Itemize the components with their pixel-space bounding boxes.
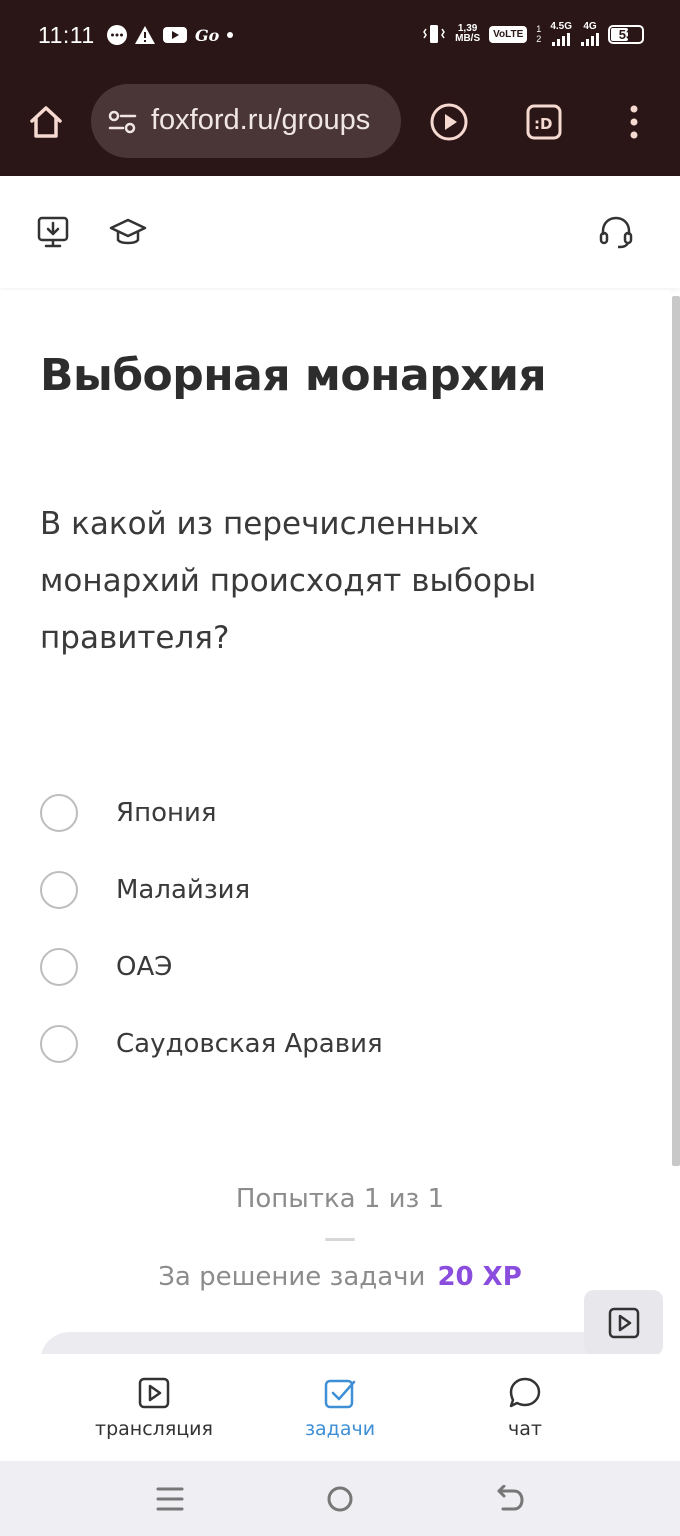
signal-sim2: 4G (581, 22, 599, 46)
monitor-download-icon (37, 216, 69, 248)
system-navigation-bar (0, 1461, 680, 1536)
battery-level: 53 (618, 26, 634, 42)
warning-icon (135, 26, 155, 44)
reward-xp: 20 XP (437, 1262, 522, 1292)
signal-bars-icon (552, 32, 571, 46)
browser-chrome: 11:11 Go 1,39 MB/S VoLTE 12 4.5G 4G 53 fo… (0, 0, 680, 176)
url-text[interactable]: foxford.ru/groups (151, 104, 370, 137)
more-vertical-icon (630, 105, 638, 139)
answer-option-label: ОАЭ (116, 951, 173, 982)
chat-notification-icon (107, 25, 127, 45)
question-text: В какой из перечисленных монархий происх… (40, 506, 537, 656)
svg-text::D: :D (534, 115, 552, 133)
menu-lines-icon (156, 1487, 184, 1511)
home-icon (30, 106, 62, 138)
home-button[interactable] (24, 100, 68, 144)
attempt-counter: Попытка 1 из 1 (235, 1184, 445, 1214)
signal-sim1-label: 4.5G (550, 21, 572, 32)
status-time: 11:11 (38, 22, 95, 48)
extension-button[interactable]: :D (522, 100, 566, 144)
more-notifications-dot-icon (227, 32, 233, 38)
answer-option-label: Япония (116, 797, 217, 828)
answer-option[interactable]: ОАЭ (40, 928, 383, 1005)
nav-item-tasks[interactable]: задачи (255, 1374, 425, 1440)
network-speed-unit: MB/S (455, 33, 481, 44)
answer-option[interactable]: Саудовская Аравия (40, 1005, 383, 1082)
system-home-button[interactable] (320, 1481, 360, 1517)
play-circle-icon (430, 103, 468, 141)
nav-item-broadcast[interactable]: трансляция (69, 1374, 239, 1440)
play-square-icon (138, 1377, 170, 1409)
reward-info: За решение задачи 20 XP (0, 1262, 680, 1292)
signal-bars-icon (581, 32, 599, 46)
checkbox-icon (324, 1379, 356, 1409)
vibrate-icon (423, 25, 446, 43)
play-media-button[interactable] (427, 100, 471, 144)
site-toolbar (0, 176, 680, 288)
status-right: 1,39 MB/S VoLTE 12 4.5G 4G 53 (422, 22, 644, 46)
circle-home-icon (327, 1486, 353, 1512)
download-lesson-button[interactable] (33, 212, 73, 252)
signal-sim1: 4.5G (550, 22, 572, 46)
battery-icon: 53 (608, 24, 644, 44)
status-bar: 11:11 Go 1,39 MB/S VoLTE 12 4.5G 4G 53 (0, 0, 680, 74)
back-arrow-icon (497, 1485, 524, 1511)
volte-badge: VoLTE (489, 25, 528, 43)
site-settings-icon[interactable] (107, 110, 139, 134)
answer-option[interactable]: Япония (40, 774, 383, 851)
scrollbar[interactable] (672, 296, 680, 1166)
bottom-navigation: трансляция задачи чат (0, 1354, 680, 1461)
browser-menu-button[interactable] (612, 100, 656, 144)
radio-button[interactable] (40, 870, 78, 909)
youtube-icon (163, 27, 187, 43)
recent-apps-button[interactable] (150, 1481, 190, 1517)
svg-text:Go: Go (195, 26, 220, 45)
page-title: Выборная монархия (40, 350, 547, 401)
chat-bubble-icon (509, 1377, 541, 1408)
notification-icons: Go (106, 24, 234, 46)
headset-icon (599, 216, 633, 249)
nav-item-chat[interactable]: чат (440, 1374, 610, 1440)
radio-button[interactable] (40, 1024, 78, 1063)
play-square-icon (608, 1307, 639, 1339)
support-button[interactable] (596, 212, 636, 252)
go-app-icon: Go (195, 26, 220, 45)
radio-button[interactable] (40, 793, 78, 832)
answer-option-label: Малайзия (116, 874, 251, 905)
task-content: Выборная монархия В какой из перечисленн… (0, 290, 670, 1372)
emoji-extension-icon: :D (526, 104, 562, 140)
answer-options: Япония Малайзия ОАЭ Саудовская Аравия (40, 774, 383, 1082)
sim-indicator: 12 (536, 24, 542, 44)
floating-video-button[interactable] (584, 1290, 663, 1356)
answer-option-label: Саудовская Аравия (116, 1028, 383, 1059)
reward-label: За решение задачи (158, 1262, 426, 1292)
network-speed: 1,39 MB/S (455, 24, 480, 44)
divider (325, 1238, 355, 1241)
radio-button[interactable] (40, 947, 78, 986)
nav-item-label: трансляция (95, 1418, 213, 1440)
nav-item-label: задачи (304, 1418, 376, 1440)
graduation-cap-icon (109, 218, 147, 245)
system-back-button[interactable] (490, 1481, 530, 1517)
signal-sim2-label: 4G (583, 21, 597, 32)
answer-option[interactable]: Малайзия (40, 851, 383, 928)
nav-item-label: чат (508, 1418, 542, 1440)
course-button[interactable] (108, 212, 148, 252)
address-bar[interactable]: foxford.ru/groups (91, 84, 401, 158)
